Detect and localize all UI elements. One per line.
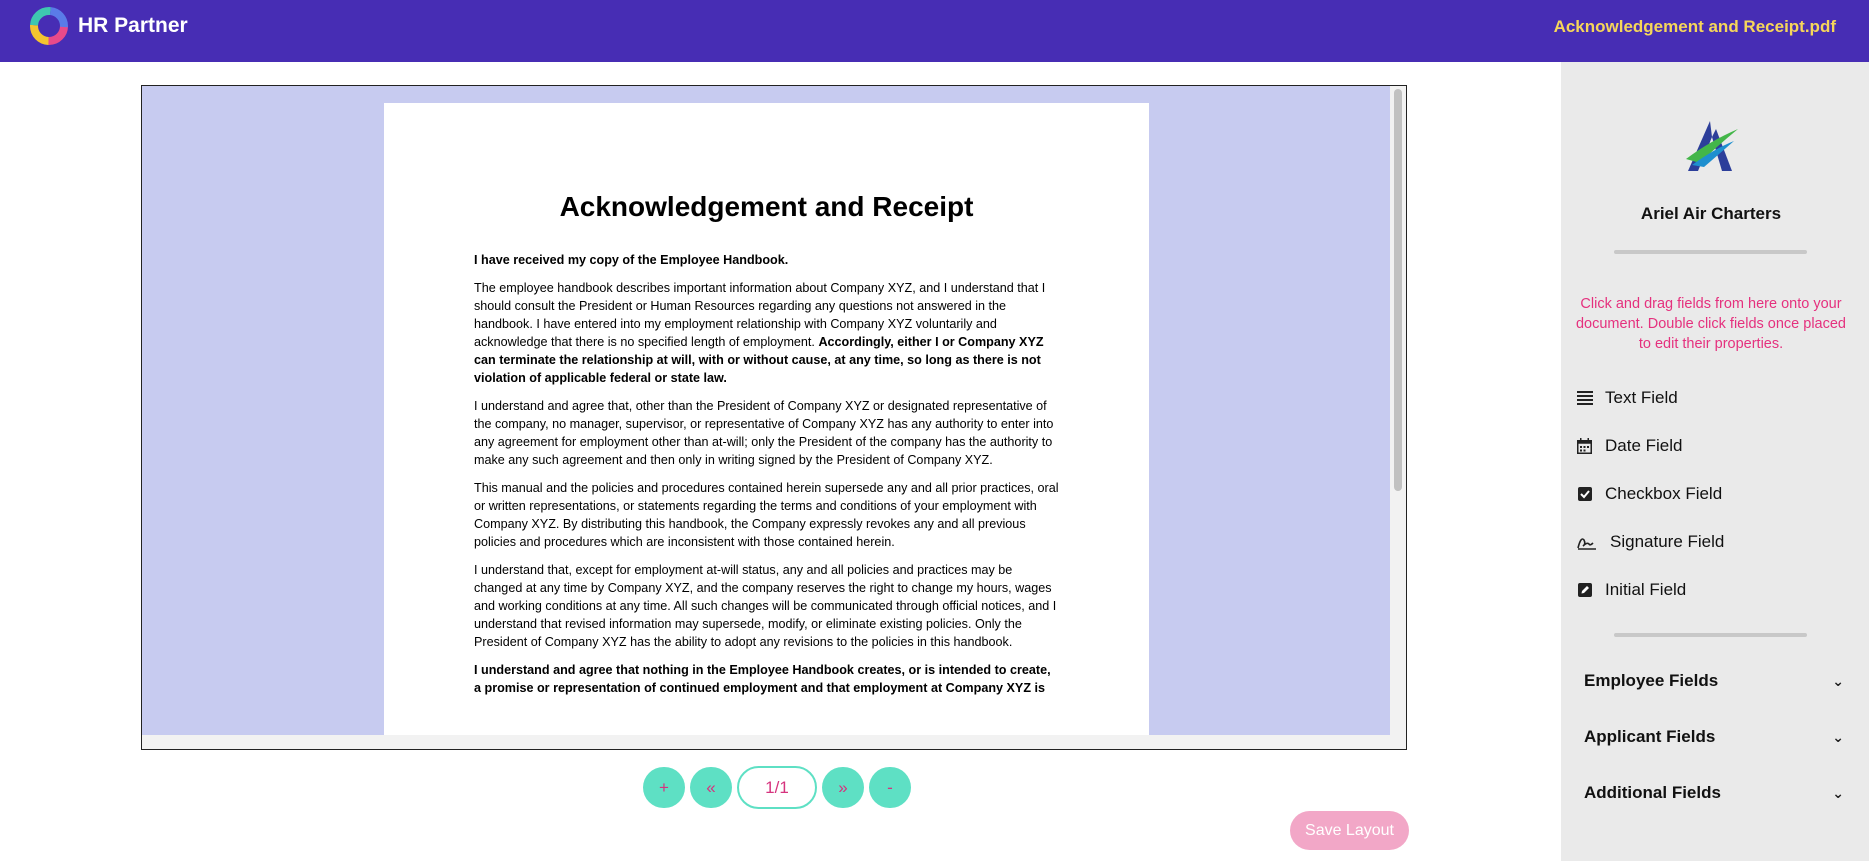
document-paragraph: This manual and the policies and procedu… — [474, 481, 1059, 549]
company-logo-icon — [1686, 121, 1738, 171]
signature-field-item[interactable]: Signature Field — [1576, 529, 1724, 555]
document-viewer[interactable]: Acknowledgement and Receipt I have recei… — [141, 85, 1407, 750]
sidebar-divider — [1614, 633, 1807, 637]
chevron-down-icon: ⌄ — [1832, 728, 1844, 745]
document-paragraph: I understand and agree that, other than … — [474, 399, 1054, 467]
save-layout-button[interactable]: Save Layout — [1290, 811, 1409, 850]
text-lines-icon — [1576, 390, 1593, 407]
top-bar: HR Partner Acknowledgement and Receipt.p… — [0, 0, 1869, 62]
sidebar-divider — [1614, 250, 1807, 254]
vertical-scrollbar[interactable] — [1390, 86, 1406, 749]
document-canvas[interactable]: Acknowledgement and Receipt I have recei… — [142, 86, 1391, 735]
company-name: Ariel Air Charters — [1640, 204, 1782, 223]
field-label: Text Field — [1605, 388, 1678, 407]
document-paragraph: The employee handbook describes importan… — [474, 279, 1059, 387]
hr-partner-logo-icon — [30, 7, 68, 45]
date-field-item[interactable]: Date Field — [1576, 433, 1682, 459]
section-label: Employee Fields — [1584, 671, 1719, 690]
zoom-in-button[interactable]: + — [643, 767, 685, 808]
section-label: Applicant Fields — [1584, 727, 1716, 746]
pen-square-icon — [1576, 582, 1593, 599]
text-field-item[interactable]: Text Field — [1576, 385, 1678, 411]
page-count: 1/1 — [737, 766, 817, 809]
section-label: Additional Fields — [1584, 783, 1721, 802]
checkbox-icon — [1576, 486, 1593, 503]
field-label: Date Field — [1605, 436, 1683, 455]
document-paragraph: I have received my copy of the Employee … — [474, 253, 789, 267]
field-label: Checkbox Field — [1605, 484, 1723, 503]
chevron-down-icon: ⌄ — [1832, 672, 1844, 689]
document-title: Acknowledgement and Receipt — [559, 191, 974, 222]
fields-sidebar: Ariel Air Charters Click and drag fields… — [1561, 62, 1869, 861]
page-controls: + « 1/1 » - — [643, 766, 911, 809]
sidebar-hint: Click and drag fields from here onto you… — [1575, 296, 1846, 352]
additional-fields-section[interactable]: Additional Fields ⌄ — [1584, 781, 1844, 805]
app-name: HR Partner — [78, 14, 188, 37]
applicant-fields-section[interactable]: Applicant Fields ⌄ — [1584, 725, 1844, 749]
next-page-button[interactable]: » — [822, 767, 864, 808]
document-paragraph: I understand that, except for employment… — [474, 563, 1057, 649]
field-label: Signature Field — [1610, 532, 1725, 551]
document-file-name: Acknowledgement and Receipt.pdf — [1553, 17, 1836, 36]
initial-field-item[interactable]: Initial Field — [1576, 577, 1686, 603]
chevron-down-icon: ⌄ — [1832, 784, 1844, 801]
document-page[interactable]: Acknowledgement and Receipt I have recei… — [384, 103, 1149, 735]
signature-icon — [1576, 534, 1598, 551]
scrollbar-thumb[interactable] — [1394, 89, 1402, 491]
field-label: Initial Field — [1605, 580, 1687, 599]
zoom-out-button[interactable]: - — [869, 767, 911, 808]
document-body: I have received my copy of the Employee … — [474, 251, 1059, 707]
checkbox-field-item[interactable]: Checkbox Field — [1576, 481, 1722, 507]
previous-page-button[interactable]: « — [690, 767, 732, 808]
employee-fields-section[interactable]: Employee Fields ⌄ — [1584, 669, 1844, 693]
calendar-icon — [1576, 438, 1593, 455]
document-paragraph: I understand and agree that nothing in t… — [474, 663, 1051, 695]
